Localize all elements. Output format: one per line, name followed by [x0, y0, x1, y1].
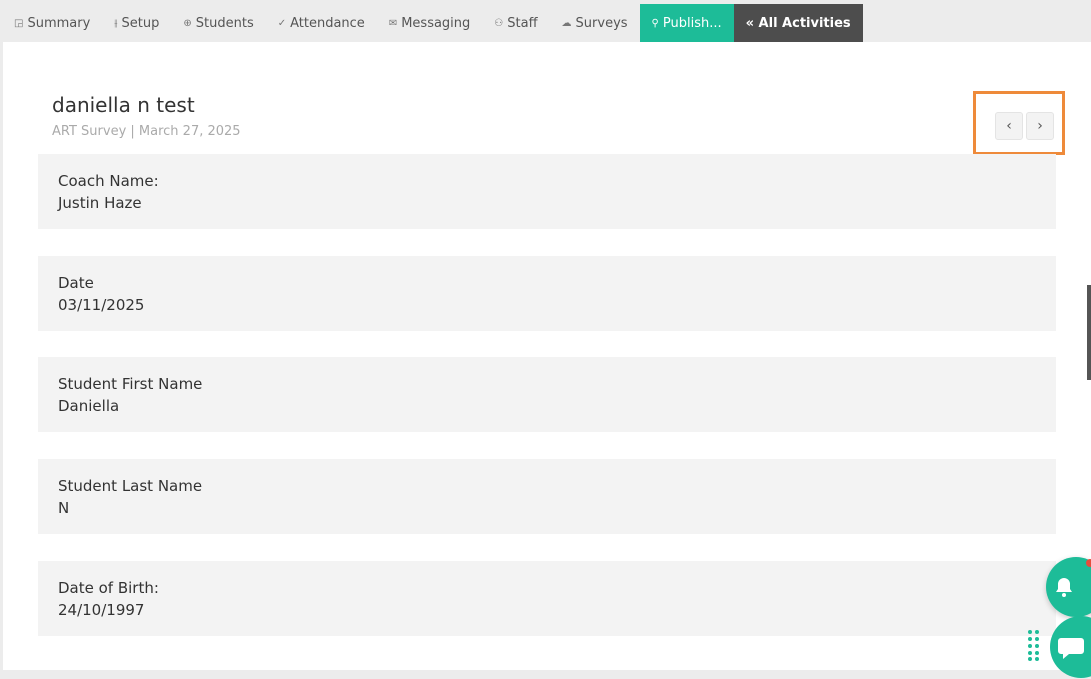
notification-badge — [1086, 559, 1091, 567]
survey-field: Date of Birth: 24/10/1997 — [38, 561, 1056, 636]
scrollbar[interactable] — [1087, 285, 1091, 380]
students-icon: ⊕ — [183, 17, 192, 29]
field-value: 24/10/1997 — [58, 601, 145, 619]
attendance-icon: ✓ — [277, 17, 287, 29]
field-value: N — [58, 499, 70, 517]
field-label: Student First Name — [58, 375, 203, 393]
tab-label: Students — [195, 15, 254, 31]
previous-button[interactable]: ‹ — [995, 112, 1023, 140]
chat-icon — [1058, 638, 1084, 659]
field-value: 03/11/2025 — [58, 296, 145, 314]
chevron-right-icon: › — [1037, 118, 1043, 134]
tab-students[interactable]: ⊕ Students — [171, 4, 266, 42]
tab-summary[interactable]: ◲ Summary — [2, 4, 103, 42]
tab-staff[interactable]: ⚇ Staff — [482, 4, 550, 42]
tab-label: Staff — [507, 15, 538, 31]
link-icon: ⚲ — [651, 17, 659, 29]
tab-label: Summary — [27, 15, 91, 31]
tab-label: Setup — [121, 15, 160, 31]
page-subtitle: ART Survey | March 27, 2025 — [52, 124, 241, 139]
staff-icon: ⚇ — [494, 17, 504, 29]
drag-handle-icon[interactable] — [1027, 629, 1041, 661]
messaging-icon: ✉ — [388, 17, 398, 29]
tab-label: « All Activities — [745, 15, 851, 31]
tab-label: Messaging — [401, 15, 471, 31]
tab-label: Attendance — [290, 15, 365, 31]
setup-icon: ⫲ — [114, 17, 118, 29]
page-title: daniella n test — [52, 93, 195, 117]
tab-messaging[interactable]: ✉ Messaging — [376, 4, 483, 42]
tab-publish[interactable]: ⚲ Publish... — [639, 4, 734, 42]
chevron-left-icon: ‹ — [1006, 118, 1012, 134]
tab-label: Surveys — [575, 15, 628, 31]
tab-attendance[interactable]: ✓ Attendance — [265, 4, 377, 42]
all-activities-button[interactable]: « All Activities — [733, 4, 863, 42]
tab-setup[interactable]: ⫲ Setup — [102, 4, 172, 42]
surveys-icon: ☁ — [561, 17, 572, 29]
survey-field: Coach Name: Justin Haze — [38, 154, 1056, 229]
tab-surveys[interactable]: ☁ Surveys — [549, 4, 640, 42]
field-label: Coach Name: — [58, 172, 159, 190]
activity-tab-bar: ◲ Summary ⫲ Setup ⊕ Students ✓ Attendanc… — [0, 4, 1091, 42]
field-value: Justin Haze — [58, 194, 142, 212]
survey-field: Student Last Name N — [38, 459, 1056, 534]
next-button[interactable]: › — [1026, 112, 1054, 140]
summary-icon: ◲ — [14, 17, 24, 29]
field-label: Date — [58, 274, 94, 292]
survey-field: Student First Name Daniella — [38, 357, 1056, 432]
field-label: Student Last Name — [58, 477, 203, 495]
tab-label: Publish... — [662, 15, 722, 31]
field-label: Date of Birth: — [58, 579, 159, 597]
field-value: Daniella — [58, 397, 120, 415]
bell-icon — [1056, 578, 1072, 597]
survey-field: Date 03/11/2025 — [38, 256, 1056, 331]
